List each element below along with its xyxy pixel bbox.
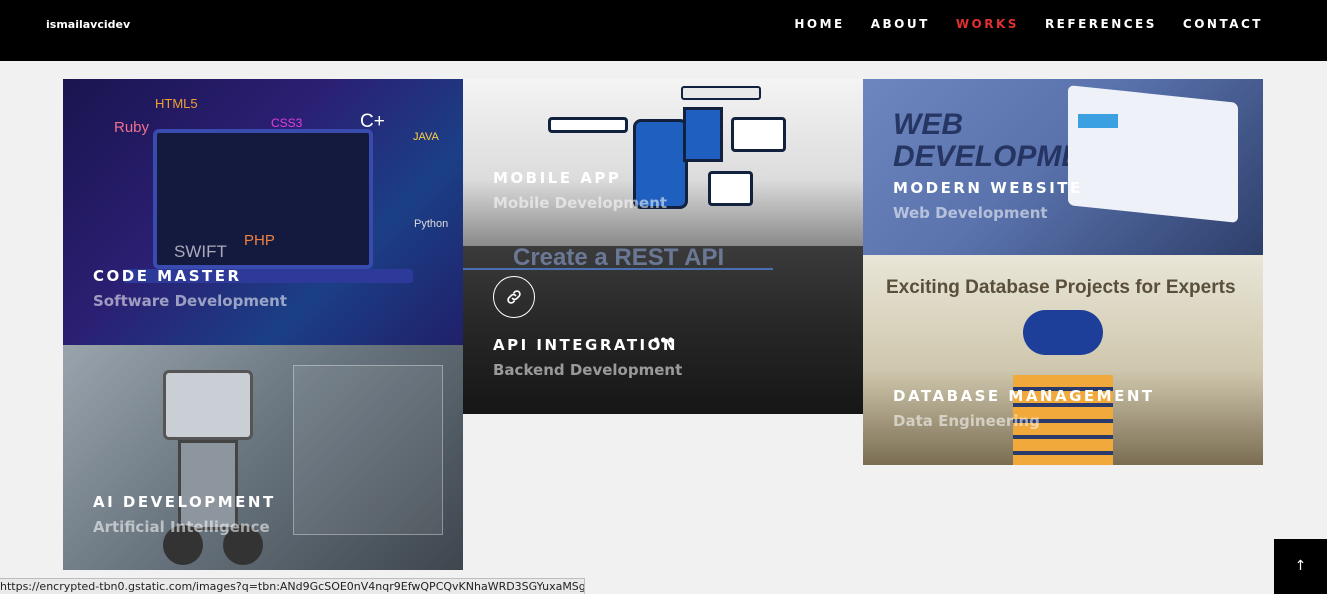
work-subtitle: Data Engineering <box>893 412 1040 430</box>
cloud-icon <box>1023 310 1103 355</box>
back-to-top-button[interactable]: ↑ <box>1274 539 1327 594</box>
work-card-api-integration[interactable]: Create a REST API ••• API INTEGRATION Ba… <box>463 246 863 414</box>
work-title: AI DEVELOPMENT <box>93 493 276 511</box>
work-card-ai-development[interactable]: AI DEVELOPMENT Artificial Intelligence <box>63 345 463 570</box>
work-title: API INTEGRATION <box>493 336 678 354</box>
database-banner-text: Exciting Database Projects for Experts <box>886 277 1236 298</box>
robot-illustration <box>163 370 253 440</box>
work-title: MOBILE APP <box>493 169 622 187</box>
php-label: PHP <box>244 232 275 249</box>
html5-label: HTML5 <box>155 96 198 111</box>
python-label: Python <box>414 218 449 230</box>
brand-logo[interactable]: ismailavcidev <box>46 18 130 31</box>
work-title: CODE MASTER <box>93 267 242 285</box>
java-label: JAVA <box>413 131 439 143</box>
link-icon[interactable] <box>493 276 535 318</box>
cplus-label: C+ <box>360 111 385 132</box>
nav-works-link[interactable]: WORKS <box>956 17 1019 31</box>
swift-label: SWIFT <box>174 242 227 261</box>
work-title: DATABASE MANAGEMENT <box>893 387 1155 405</box>
work-title: MODERN WEBSITE <box>893 179 1083 197</box>
website-mockup-illustration <box>1068 85 1238 223</box>
work-card-database-management[interactable]: Exciting Database Projects for Experts D… <box>863 255 1263 465</box>
css3-label: CSS3 <box>271 116 303 130</box>
work-card-code-master[interactable]: HTML5 Ruby CSS3 C+ JAVA SWIFT PHP Python… <box>63 79 463 345</box>
nav-contact-link[interactable]: CONTACT <box>1183 17 1263 31</box>
work-subtitle: Mobile Development <box>493 194 668 212</box>
web-development-label: WEB DEVELOPMENT <box>893 108 1122 173</box>
work-card-modern-website[interactable]: WEB DEVELOPMENT MODERN WEBSITE Web Devel… <box>863 79 1263 255</box>
ruby-label: Ruby <box>114 119 150 136</box>
work-card-mobile-app[interactable]: MOBILE APP Mobile Development <box>463 79 863 246</box>
top-navbar: ismailavcidev HOME ABOUT WORKS REFERENCE… <box>0 0 1327 61</box>
nav-about-link[interactable]: ABOUT <box>871 17 930 31</box>
main-menu: HOME ABOUT WORKS REFERENCES CONTACT <box>794 17 1263 31</box>
nav-references-link[interactable]: REFERENCES <box>1045 17 1157 31</box>
work-subtitle: Backend Development <box>493 361 683 379</box>
status-bar-url: https://encrypted-tbn0.gstatic.com/image… <box>0 578 585 594</box>
nav-home-link[interactable]: HOME <box>794 17 844 31</box>
work-subtitle: Web Development <box>893 204 1048 222</box>
work-subtitle: Software Development <box>93 292 287 310</box>
work-subtitle: Artificial Intelligence <box>93 518 270 536</box>
